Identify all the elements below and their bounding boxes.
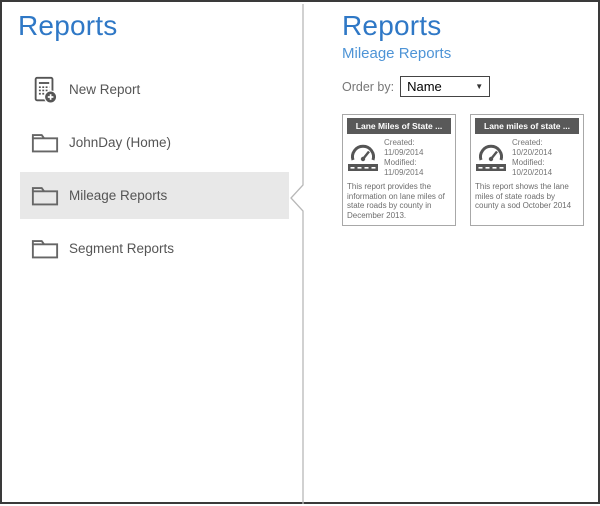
order-by-row: Order by: Name ▼ bbox=[342, 76, 598, 97]
modified-label: Modified: bbox=[512, 158, 544, 167]
folder-icon bbox=[30, 128, 60, 158]
sidebar-item-label: JohnDay (Home) bbox=[69, 135, 171, 150]
chevron-down-icon: ▼ bbox=[475, 82, 483, 91]
report-card-list: Lane Miles of State ... bbox=[342, 114, 598, 226]
sidebar-item-johnday-home[interactable]: JohnDay (Home) bbox=[20, 119, 289, 166]
sidebar-item-new-report[interactable]: New Report bbox=[20, 66, 289, 113]
report-card-meta: Created: 11/09/2014 Modified: 11/09/2014 bbox=[384, 138, 451, 178]
order-by-label: Order by: bbox=[342, 80, 394, 94]
created-value: 11/09/2014 bbox=[384, 148, 423, 157]
mileage-gauge-icon bbox=[475, 144, 507, 172]
sidebar-item-mileage-reports[interactable]: Mileage Reports bbox=[20, 172, 289, 219]
mileage-gauge-icon bbox=[347, 144, 379, 172]
modified-label: Modified: bbox=[384, 158, 416, 167]
main-pane: Reports Mileage Reports Order by: Name ▼… bbox=[303, 2, 598, 502]
sidebar: Reports New Report bbox=[2, 2, 303, 502]
sidebar-item-label: Mileage Reports bbox=[69, 188, 167, 203]
report-card[interactable]: Lane Miles of State ... bbox=[342, 114, 456, 226]
report-card-description: This report shows the lane miles of stat… bbox=[475, 182, 579, 211]
sidebar-item-label: Segment Reports bbox=[69, 241, 174, 256]
created-value: 10/20/2014 bbox=[512, 148, 552, 157]
modified-value: 10/20/2014 bbox=[512, 168, 552, 177]
report-card-meta: Created: 10/20/2014 Modified: 10/20/2014 bbox=[512, 138, 579, 178]
modified-value: 11/09/2014 bbox=[384, 168, 423, 177]
sidebar-item-label: New Report bbox=[69, 82, 140, 97]
created-label: Created: bbox=[384, 138, 415, 147]
folder-icon bbox=[30, 234, 60, 264]
reports-window: Reports New Report bbox=[0, 0, 600, 504]
report-card-title: Lane miles of state ... bbox=[475, 118, 579, 134]
order-by-select[interactable]: Name ▼ bbox=[400, 76, 490, 97]
sidebar-nav: New Report JohnDay (Home) bbox=[20, 66, 289, 278]
report-card-description: This report provides the information on … bbox=[347, 182, 451, 220]
created-label: Created: bbox=[512, 138, 543, 147]
order-by-selected-value: Name bbox=[407, 79, 442, 94]
sidebar-title: Reports bbox=[18, 10, 117, 42]
breadcrumb-mileage-reports[interactable]: Mileage Reports bbox=[342, 45, 598, 62]
sidebar-item-segment-reports[interactable]: Segment Reports bbox=[20, 225, 289, 272]
new-report-icon bbox=[30, 75, 60, 105]
page-title: Reports bbox=[342, 10, 598, 42]
folder-icon bbox=[30, 181, 60, 211]
report-card[interactable]: Lane miles of state ... bbox=[470, 114, 584, 226]
report-card-title: Lane Miles of State ... bbox=[347, 118, 451, 134]
